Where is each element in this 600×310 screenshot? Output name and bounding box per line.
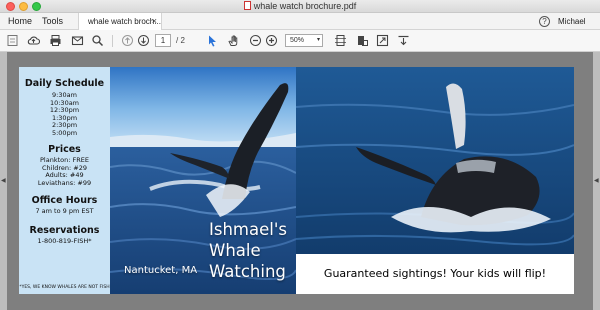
toolbar: 1 / 2 50% ▾ (0, 30, 600, 52)
pdf-page: Daily Schedule 9:30am 10:30am 12:30pm 1:… (19, 67, 574, 294)
zoom-out-icon[interactable] (248, 33, 263, 48)
tab-close-button[interactable]: × (152, 13, 157, 30)
fullscreen-icon[interactable] (375, 33, 390, 48)
schedule-list: 9:30am 10:30am 12:30pm 1:30pm 2:30pm 5:0… (19, 91, 110, 137)
title-line: Whale (209, 241, 261, 260)
left-pane-collapse[interactable]: ◀ (0, 52, 7, 310)
print-icon[interactable] (48, 33, 63, 48)
brochure-title: Ishmael's Whale Watching (209, 219, 296, 282)
hand-tool-icon[interactable] (226, 33, 241, 48)
phone-number: 1-800-819-FISH* (37, 236, 92, 245)
prices-heading: Prices (48, 144, 81, 155)
schedule-heading: Daily Schedule (24, 78, 105, 89)
read-mode-icon[interactable] (396, 33, 411, 48)
breaching-whale-photo (296, 67, 574, 254)
fit-page-icon[interactable] (333, 33, 348, 48)
title-bar: whale watch brochure.pdf (0, 0, 600, 13)
schedule-time: 5:00pm (51, 128, 78, 137)
chevron-down-icon: ▾ (316, 37, 320, 43)
prices-list: Plankton: FREE Children: #29 Adults: #49… (19, 156, 110, 187)
info-panel: Daily Schedule 9:30am 10:30am 12:30pm 1:… (19, 67, 110, 294)
prev-page-icon[interactable] (120, 33, 135, 48)
user-menu[interactable]: Michael (558, 13, 586, 30)
rotate-icon[interactable] (355, 33, 370, 48)
chevron-left-icon: ◀ (1, 178, 6, 184)
zoom-select[interactable]: 50% ▾ (285, 34, 323, 47)
hours-heading: Office Hours (31, 195, 98, 206)
pdf-file-icon (243, 1, 251, 10)
tab-home[interactable]: Home (8, 13, 32, 30)
window-title: whale watch brochure.pdf (0, 0, 600, 13)
whale-tail-photo: Nantucket, MA Ishmael's Whale Watching (110, 67, 296, 294)
tab-document[interactable]: whale watch broch... × (78, 13, 162, 31)
page-number-input[interactable]: 1 (155, 34, 171, 47)
right-pane-collapse[interactable]: ◀ (593, 52, 600, 310)
tagline: Guaranteed sightings! Your kids will fli… (296, 254, 574, 294)
tab-tools[interactable]: Tools (42, 13, 63, 30)
reservations-heading: Reservations (29, 224, 100, 236)
select-cursor-icon[interactable] (205, 33, 220, 48)
hours-text: 7 am to 9 pm EST (35, 207, 94, 215)
page-total: / 2 (176, 36, 185, 45)
footnote: *YES, WE KNOW WHALES ARE NOT FISH (19, 285, 110, 290)
zoom-in-icon[interactable] (264, 33, 279, 48)
cloud-upload-icon[interactable] (26, 33, 41, 48)
search-icon[interactable] (90, 33, 105, 48)
tab-document-label: whale watch broch... (88, 17, 161, 26)
chevron-right-icon: ◀ (594, 178, 599, 184)
create-pdf-icon[interactable] (5, 33, 20, 48)
location-label: Nantucket, MA (124, 265, 198, 276)
toolbar-divider (112, 35, 113, 47)
help-icon[interactable]: ? (539, 16, 550, 27)
tab-bar: Home Tools whale watch broch... × ? Mich… (0, 13, 600, 31)
zoom-value: 50% (290, 37, 305, 44)
title-line: Watching (209, 262, 286, 281)
email-icon[interactable] (70, 33, 85, 48)
title-line: Ishmael's (209, 220, 287, 239)
next-page-icon[interactable] (136, 33, 151, 48)
price-item: Leviathans: #99 (37, 178, 92, 187)
